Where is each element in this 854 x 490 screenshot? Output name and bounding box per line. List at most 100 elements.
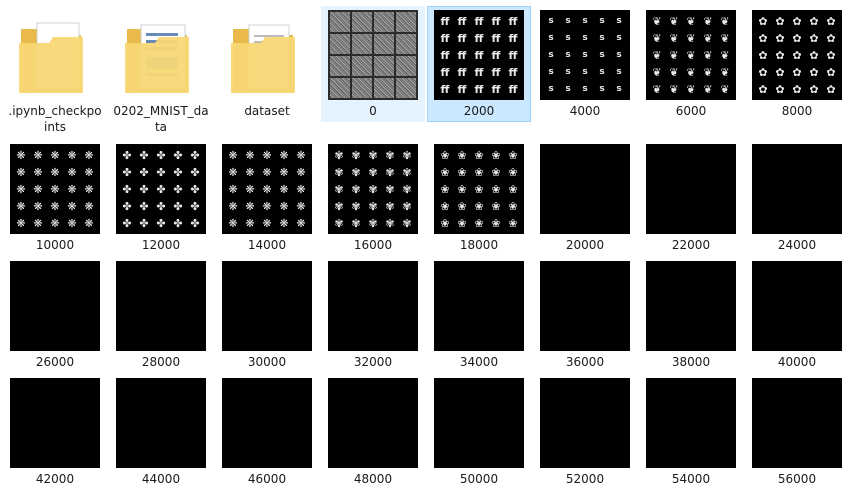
generated-digit: ✤ bbox=[139, 199, 149, 213]
noise-tile bbox=[396, 12, 416, 32]
folder-item[interactable]: .ipynb_checkpoints bbox=[3, 6, 107, 138]
image-file-item[interactable]: 10000 ❋ ❋ ❋ ❋ ❋ ❋ ❋ ❋ ❋ ❋ ❋ ❋ ❋ ❋ ❋ ❋ ❋ ❋ ❋ ❋ ❋ ❋ ❋ ❋ ❋ bbox=[3, 140, 107, 256]
image-thumbnail bbox=[434, 261, 524, 351]
image-file-item[interactable]: 12000 ✤ ✤ ✤ ✤ ✤ ✤ ✤ ✤ ✤ ✤ ✤ ✤ ✤ ✤ ✤ ✤ ✤ ✤ ✤ ✤ ✤ ✤ ✤ ✤ ✤ bbox=[109, 140, 213, 256]
generated-digit: ❦ bbox=[669, 14, 679, 28]
image-file-item[interactable]: 8000 ✿ ✿ ✿ ✿ ✿ ✿ ✿ ✿ ✿ ✿ ✿ ✿ ✿ ✿ ✿ ✿ ✿ ✿ ✿ ✿ ✿ ✿ ✿ ✿ ✿ bbox=[745, 6, 849, 122]
generated-digit: ✤ bbox=[122, 148, 132, 162]
generated-digit: ❋ bbox=[245, 182, 255, 196]
generated-digit: ✿ bbox=[826, 82, 836, 96]
image-thumbnail: ff ff ff ff ff ff ff ff ff ff ff ff ff ff ff ff ff ff ff ff… bbox=[434, 10, 524, 100]
image-thumbnail: ❋ ❋ ❋ ❋ ❋ ❋ ❋ ❋ ❋ ❋ ❋ ❋ ❋ ❋ ❋ ❋ ❋ ❋ ❋ ❋ ❋ ❋ ❋ ❋ ❋ bbox=[10, 144, 100, 234]
generated-digit: ❋ bbox=[245, 199, 255, 213]
generated-digit: ❋ bbox=[279, 182, 289, 196]
generated-digit: ✿ bbox=[792, 14, 802, 28]
generated-digit: ✤ bbox=[190, 216, 200, 230]
image-file-item[interactable]: 18000 ❀ ❀ ❀ ❀ ❀ ❀ ❀ ❀ ❀ ❀ ❀ ❀ ❀ ❀ ❀ ❀ ❀ ❀ ❀ ❀ ❀ ❀ ❀ ❀ ❀ bbox=[427, 140, 531, 256]
generated-digit: ❦ bbox=[720, 31, 730, 45]
generated-digit: ❦ bbox=[652, 31, 662, 45]
generated-digit: ❋ bbox=[33, 148, 43, 162]
generated-digit: ❦ bbox=[652, 48, 662, 62]
image-file-item[interactable]: 34000 bbox=[427, 257, 531, 373]
image-file-item[interactable]: 20000 bbox=[533, 140, 637, 256]
image-file-item[interactable]: 14000 ❋ ❋ ❋ ❋ ❋ ❋ ❋ ❋ ❋ ❋ ❋ ❋ ❋ ❋ ❋ ❋ ❋ ❋ ❋ ❋ ❋ ❋ ❋ ❋ ❋ bbox=[215, 140, 319, 256]
generated-digit: ❋ bbox=[228, 216, 238, 230]
generated-digit: ❀ bbox=[474, 148, 484, 162]
image-file-item[interactable]: 32000 bbox=[321, 257, 425, 373]
generated-digit: ✤ bbox=[139, 216, 149, 230]
image-file-item[interactable]: 16000 ✾ ✾ ✾ ✾ ✾ ✾ ✾ ✾ ✾ ✾ ✾ ✾ ✾ ✾ ✾ ✾ ✾ ✾ ✾ ✾ ✾ ✾ ✾ ✾ ✾ bbox=[321, 140, 425, 256]
generated-digit: ff bbox=[491, 82, 501, 96]
generated-digit: ❋ bbox=[296, 199, 306, 213]
generated-digit: ✤ bbox=[190, 165, 200, 179]
generated-digit: ✾ bbox=[334, 148, 344, 162]
generated-digit: ❀ bbox=[457, 165, 467, 179]
image-thumbnail bbox=[540, 144, 630, 234]
image-file-item[interactable]: 4000 s s s s s s s s s s s s s s s s s s s s s s s s s bbox=[533, 6, 637, 122]
generated-digit: ❦ bbox=[720, 82, 730, 96]
generated-digit: ❀ bbox=[508, 165, 518, 179]
image-file-item[interactable]: 56000 bbox=[745, 374, 849, 490]
generated-digit: s bbox=[582, 50, 588, 60]
image-file-item[interactable]: 28000 bbox=[109, 257, 213, 373]
file-name-label: 8000 bbox=[781, 104, 813, 118]
generated-digit: ❀ bbox=[491, 216, 501, 230]
image-file-item[interactable]: 24000 bbox=[745, 140, 849, 256]
image-thumbnail bbox=[646, 144, 736, 234]
file-name-label: dataset bbox=[244, 104, 290, 118]
file-name-label: 32000 bbox=[353, 355, 393, 369]
generated-digit: ❋ bbox=[228, 148, 238, 162]
image-file-item[interactable]: 38000 bbox=[639, 257, 743, 373]
generated-digit: ❀ bbox=[457, 199, 467, 213]
image-file-item[interactable]: 22000 bbox=[639, 140, 743, 256]
generated-digit: ✿ bbox=[775, 48, 785, 62]
folder-item[interactable]: 0202_MNIST_data bbox=[109, 6, 213, 138]
folder-item[interactable]: dataset bbox=[215, 6, 319, 122]
generated-digit: ❦ bbox=[686, 65, 696, 79]
image-thumbnail bbox=[222, 261, 312, 351]
generated-digit: s bbox=[548, 33, 554, 43]
image-file-item[interactable]: 2000 ff ff ff ff ff ff ff ff ff ff ff ff ff ff ff ff ff ff… bbox=[427, 6, 531, 122]
file-name-label: 14000 bbox=[247, 238, 287, 252]
generated-digit: s bbox=[582, 16, 588, 26]
generated-digit: ✾ bbox=[351, 199, 361, 213]
image-file-item[interactable]: 36000 bbox=[533, 257, 637, 373]
generated-digit: ❦ bbox=[669, 82, 679, 96]
image-thumbnail bbox=[752, 378, 842, 468]
image-file-item[interactable]: 50000 bbox=[427, 374, 531, 490]
image-file-item[interactable]: 30000 bbox=[215, 257, 319, 373]
generated-digit: ❦ bbox=[686, 82, 696, 96]
file-name-label: 2000 bbox=[463, 104, 495, 118]
file-name-label: 18000 bbox=[459, 238, 499, 252]
generated-digit: ff bbox=[440, 31, 450, 45]
image-file-item[interactable]: 48000 bbox=[321, 374, 425, 490]
generated-digit: ❦ bbox=[652, 14, 662, 28]
image-file-item[interactable]: 54000 bbox=[639, 374, 743, 490]
generated-digit: s bbox=[565, 50, 571, 60]
generated-digit: ❋ bbox=[262, 199, 272, 213]
generated-digit: ✾ bbox=[351, 216, 361, 230]
generated-digit: ❀ bbox=[457, 216, 467, 230]
generated-digit: ❋ bbox=[67, 165, 77, 179]
file-name-label: 4000 bbox=[569, 104, 601, 118]
generated-digit: ❦ bbox=[720, 14, 730, 28]
image-file-item[interactable]: 6000 ❦ ❦ ❦ ❦ ❦ ❦ ❦ ❦ ❦ ❦ ❦ ❦ ❦ ❦ ❦ ❦ ❦ ❦ ❦ ❦ ❦ ❦ ❦ ❦ ❦ bbox=[639, 6, 743, 122]
image-file-item[interactable]: 46000 bbox=[215, 374, 319, 490]
generated-digit: ❋ bbox=[245, 165, 255, 179]
image-file-item[interactable]: 0 bbox=[321, 6, 425, 122]
generated-digit: ❦ bbox=[686, 48, 696, 62]
generated-digit: ✾ bbox=[385, 199, 395, 213]
noise-tile bbox=[352, 34, 372, 54]
image-file-item[interactable]: 26000 bbox=[3, 257, 107, 373]
generated-digit: ff bbox=[491, 14, 501, 28]
image-file-item[interactable]: 44000 bbox=[109, 374, 213, 490]
generated-digit: ❋ bbox=[228, 199, 238, 213]
generated-digit: ff bbox=[508, 14, 518, 28]
generated-digit: ✿ bbox=[792, 31, 802, 45]
image-file-item[interactable]: 52000 bbox=[533, 374, 637, 490]
image-file-item[interactable]: 40000 bbox=[745, 257, 849, 373]
generated-digit: ✤ bbox=[173, 148, 183, 162]
image-file-item[interactable]: 42000 bbox=[3, 374, 107, 490]
generated-digit: ff bbox=[440, 48, 450, 62]
file-name-label: 38000 bbox=[671, 355, 711, 369]
